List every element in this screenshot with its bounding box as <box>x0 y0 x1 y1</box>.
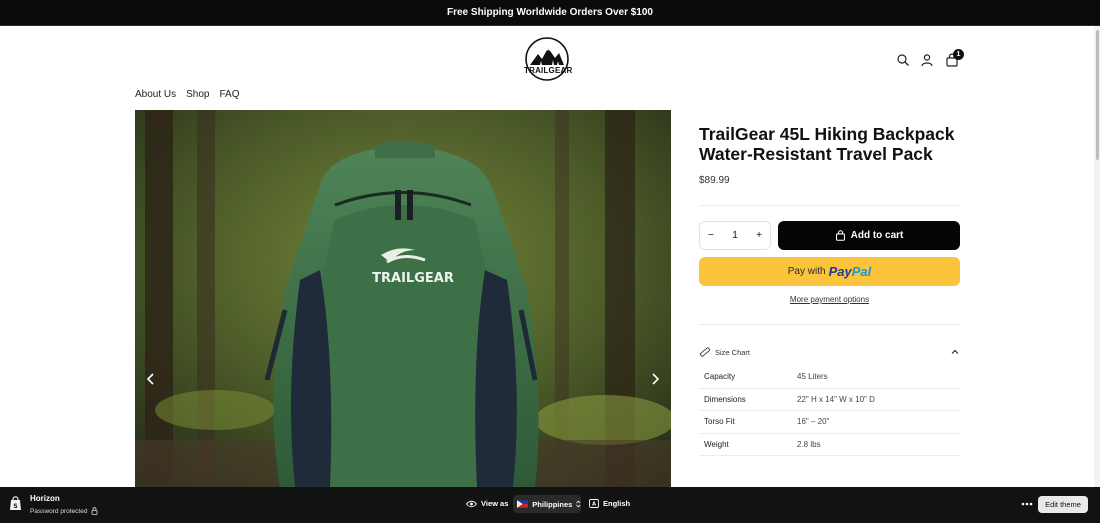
logo-mountain-icon <box>525 37 569 81</box>
logo-text: TRAILGEAR <box>524 66 573 75</box>
table-row: Weight 2.8 lbs <box>699 434 960 456</box>
nav-item-shop[interactable]: Shop <box>186 89 209 100</box>
size-chart-toggle[interactable]: Size Chart <box>699 345 960 359</box>
add-to-cart-label: Add to cart <box>850 230 904 241</box>
spec-label: Weight <box>704 439 729 449</box>
spec-value: 16" – 20" <box>797 417 830 427</box>
size-chart-table: Capacity 45 Liters Dimensions 22" H x 14… <box>699 366 960 456</box>
product-title-line-2: Water-Resistant Travel Pack <box>699 144 933 164</box>
cart-count-badge: 1 <box>953 49 964 60</box>
country-selector[interactable]: Philippines <box>513 495 581 513</box>
announcement-text: Free Shipping Worldwide Orders Over $100 <box>447 7 653 18</box>
view-as-label: View as <box>466 499 508 508</box>
edit-theme-button[interactable]: Edit theme <box>1038 496 1088 513</box>
cart-plus-icon <box>835 230 845 241</box>
store-status-text: Password protected <box>30 507 88 515</box>
account-icon[interactable] <box>920 53 934 67</box>
main-nav: About Us Shop FAQ <box>135 89 240 100</box>
table-row: Dimensions 22" H x 14" W x 10" D <box>699 389 960 411</box>
product-image-gallery[interactable]: TRAILGEAR <box>135 110 671 487</box>
table-row: Capacity 45 Liters <box>699 366 960 389</box>
store-logo[interactable]: TRAILGEAR <box>524 36 573 84</box>
page-scrollbar-thumb[interactable] <box>1096 30 1099 160</box>
store-name: Horizon <box>30 494 60 503</box>
shopify-admin-bar: S Horizon Password protected View as Phi… <box>0 487 1100 523</box>
announcement-bar: Free Shipping Worldwide Orders Over $100 <box>0 0 1100 26</box>
spec-label: Dimensions <box>704 394 746 404</box>
spec-value: 2.8 lbs <box>797 439 821 449</box>
language-value: English <box>603 499 631 508</box>
add-to-cart-button[interactable]: Add to cart <box>778 221 960 250</box>
store-status: Password protected <box>30 507 98 515</box>
divider <box>699 205 960 206</box>
search-icon[interactable] <box>896 53 910 67</box>
more-icon[interactable] <box>1021 502 1033 506</box>
svg-text:A: A <box>592 502 596 508</box>
lock-icon <box>92 507 98 515</box>
size-chart-label: Size Chart <box>715 347 751 357</box>
spec-label: Capacity <box>704 372 736 382</box>
paypal-logo: PayPal <box>828 264 872 279</box>
quantity-stepper[interactable]: − 1 + <box>699 221 771 250</box>
divider <box>699 324 960 325</box>
nav-item-about-us[interactable]: About Us <box>135 89 176 100</box>
chevron-up-down-icon <box>576 500 581 508</box>
paypal-button[interactable]: Pay with PayPal <box>699 257 960 286</box>
country-value: Philippines <box>532 499 573 509</box>
table-row: Torso Fit 16" – 20" <box>699 411 960 434</box>
product-photo-backpack: TRAILGEAR <box>135 110 671 487</box>
product-price: $89.99 <box>699 175 730 186</box>
svg-text:S: S <box>13 503 17 510</box>
language-icon: A <box>589 499 599 508</box>
philippines-flag-icon <box>517 500 529 508</box>
product-title-line-1: TrailGear 45L Hiking Backpack <box>699 124 955 144</box>
more-payment-options-link[interactable]: More payment options <box>699 295 960 304</box>
spec-value: 45 Liters <box>797 372 828 382</box>
spec-label: Torso Fit <box>704 417 735 427</box>
language-selector[interactable]: A English <box>589 499 630 508</box>
view-as-text: View as <box>481 499 509 508</box>
chevron-up-icon <box>951 349 959 354</box>
product-title: TrailGear 45L Hiking Backpack Water-Resi… <box>699 124 979 164</box>
nav-item-faq[interactable]: FAQ <box>220 89 240 100</box>
plus-icon[interactable]: + <box>756 230 762 241</box>
chevron-right-icon[interactable] <box>648 372 662 386</box>
ruler-icon <box>699 347 711 357</box>
eye-icon <box>466 500 477 507</box>
spec-value: 22" H x 14" W x 10" D <box>797 394 875 404</box>
backpack-brand-text: TRAILGEAR <box>372 271 454 286</box>
shopify-bag-icon: S <box>10 496 21 510</box>
paypal-prefix: Pay with <box>787 266 826 277</box>
quantity-value[interactable]: 1 <box>732 230 738 241</box>
minus-icon[interactable]: − <box>708 230 714 241</box>
chevron-left-icon[interactable] <box>144 372 158 386</box>
